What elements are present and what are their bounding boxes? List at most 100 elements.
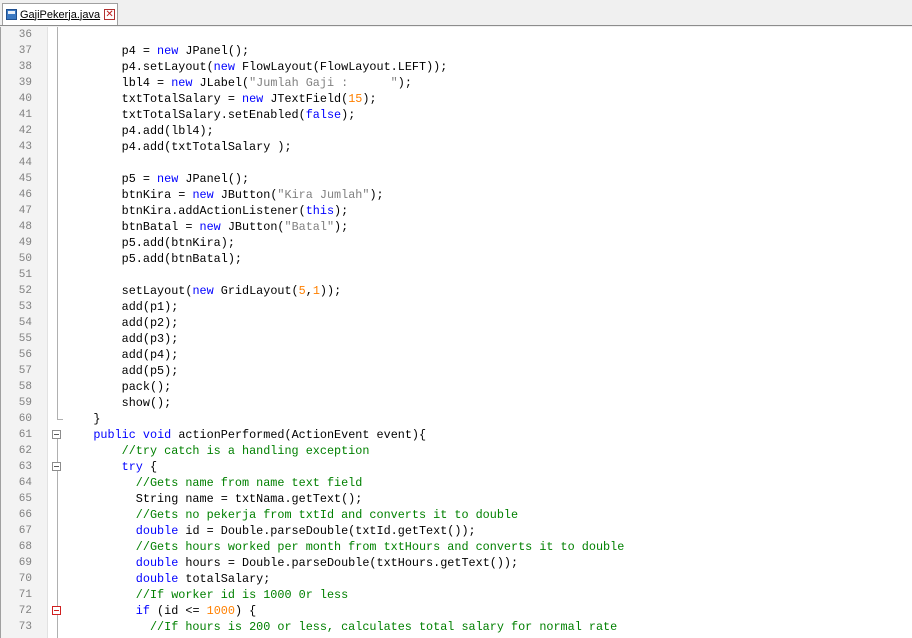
code-text: //If hours is 200 or less, calculates to… — [65, 619, 617, 635]
code-token: void — [142, 428, 172, 442]
code-line[interactable]: 70 double totalSalary; — [0, 571, 912, 587]
code-line[interactable]: 54 add(p2); — [0, 315, 912, 331]
code-line[interactable]: 63 try { — [0, 459, 912, 475]
line-number: 41 — [18, 109, 32, 121]
code-line[interactable]: 47 btnKira.addActionListener(this); — [0, 203, 912, 219]
code-token: ); — [334, 220, 349, 234]
close-icon[interactable]: ✕ — [104, 9, 116, 20]
code-token: JLabel( — [192, 76, 250, 90]
code-line[interactable]: 44 — [0, 155, 912, 171]
code-token: 15 — [348, 92, 363, 106]
code-line[interactable]: 72 if (id <= 1000) { — [0, 603, 912, 619]
code-line[interactable]: 43 p4.add(txtTotalSalary ); — [0, 139, 912, 155]
line-number: 56 — [18, 349, 32, 361]
code-text: } — [65, 411, 100, 427]
code-line[interactable]: 42 p4.add(lbl4); — [0, 123, 912, 139]
line-number: 48 — [18, 221, 32, 233]
code-line[interactable]: 51 — [0, 267, 912, 283]
code-line[interactable]: 38 p4.setLayout(new FlowLayout(FlowLayou… — [0, 59, 912, 75]
fold-collapse-icon[interactable] — [52, 430, 61, 439]
line-number: 71 — [18, 589, 32, 601]
code-token: new — [157, 172, 179, 186]
code-line[interactable]: 41 txtTotalSalary.setEnabled(false); — [0, 107, 912, 123]
code-token: p4.add(lbl4); — [65, 124, 214, 138]
code-line[interactable]: 36 — [0, 27, 912, 43]
tab-gajipekerja[interactable]: GajiPekerja.java ✕ — [2, 3, 118, 25]
code-line[interactable]: 60 } — [0, 411, 912, 427]
tab-bar: GajiPekerja.java ✕ — [0, 0, 912, 26]
code-line[interactable]: 48 btnBatal = new JButton("Batal"); — [0, 219, 912, 235]
line-number: 58 — [18, 381, 32, 393]
line-number: 40 — [18, 93, 32, 105]
code-token: add(p4); — [65, 348, 179, 362]
code-line[interactable]: 59 show(); — [0, 395, 912, 411]
code-line[interactable]: 58 pack(); — [0, 379, 912, 395]
code-text: //Gets hours worked per month from txtHo… — [65, 539, 624, 555]
line-number: 37 — [18, 45, 32, 57]
code-line[interactable]: 65 String name = txtNama.getText(); — [0, 491, 912, 507]
code-token: "Jumlah Gaji : " — [249, 76, 398, 90]
code-line[interactable]: 66 //Gets no pekerja from txtId and conv… — [0, 507, 912, 523]
code-line[interactable]: 50 p5.add(btnBatal); — [0, 251, 912, 267]
code-token: , — [305, 284, 313, 298]
code-token: setLayout( — [65, 284, 193, 298]
fold-guide — [57, 27, 58, 419]
code-line[interactable]: 62 //try catch is a handling exception — [0, 443, 912, 459]
code-line[interactable]: 46 btnKira = new JButton("Kira Jumlah"); — [0, 187, 912, 203]
fold-collapse-icon[interactable] — [52, 606, 61, 615]
code-token: try — [121, 460, 143, 474]
fold-collapse-icon[interactable] — [52, 462, 61, 471]
code-line[interactable]: 68 //Gets hours worked per month from tx… — [0, 539, 912, 555]
code-line[interactable]: 40 txtTotalSalary = new JTextField(15); — [0, 91, 912, 107]
code-line[interactable]: 52 setLayout(new GridLayout(5,1)); — [0, 283, 912, 299]
line-number: 68 — [18, 541, 32, 553]
code-line[interactable]: 55 add(p3); — [0, 331, 912, 347]
code-token: //Gets no pekerja from txtId and convert… — [135, 508, 519, 522]
code-text: btnBatal = new JButton("Batal"); — [65, 219, 349, 235]
code-token: new — [213, 60, 235, 74]
code-text: p5 = new JPanel(); — [65, 171, 249, 187]
code-token: 1000 — [206, 604, 235, 618]
code-token: new — [157, 44, 179, 58]
line-number: 61 — [18, 429, 32, 441]
code-line[interactable]: 69 double hours = Double.parseDouble(txt… — [0, 555, 912, 571]
code-token: ); — [341, 108, 356, 122]
code-line[interactable]: 39 lbl4 = new JLabel("Jumlah Gaji : "); — [0, 75, 912, 91]
code-token: p5 = — [65, 172, 158, 186]
code-token: GridLayout( — [213, 284, 299, 298]
code-line[interactable]: 56 add(p4); — [0, 347, 912, 363]
code-line[interactable]: 73 //If hours is 200 or less, calculates… — [0, 619, 912, 635]
code-line[interactable]: 71 //If worker id is 1000 0r less — [0, 587, 912, 603]
code-text: p4 = new JPanel(); — [65, 43, 249, 59]
code-text: txtTotalSalary.setEnabled(false); — [65, 107, 356, 123]
code-line[interactable]: 57 add(p5); — [0, 363, 912, 379]
code-line[interactable]: 61 public void actionPerformed(ActionEve… — [0, 427, 912, 443]
code-line[interactable]: 49 p5.add(btnKira); — [0, 235, 912, 251]
code-token: { — [142, 460, 158, 474]
code-token: //If worker id is 1000 0r less — [135, 588, 349, 602]
line-number: 43 — [18, 141, 32, 153]
code-line[interactable]: 67 double id = Double.parseDouble(txtId.… — [0, 523, 912, 539]
code-token: //try catch is a handling exception — [121, 444, 370, 458]
code-line[interactable]: 37 p4 = new JPanel(); — [0, 43, 912, 59]
code-editor[interactable]: 36 37 p4 = new JPanel(); 38 p4.setLayout(n… — [0, 27, 912, 638]
code-line[interactable]: 53 add(p1); — [0, 299, 912, 315]
code-token: false — [305, 108, 342, 122]
fold-end-marker — [57, 419, 63, 420]
code-token: String name = txtNama.getText(); — [65, 492, 363, 506]
code-token: hours = Double.parseDouble(txtHours.getT… — [178, 556, 519, 570]
code-token: JButton( — [213, 188, 278, 202]
code-token: txtTotalSalary = — [65, 92, 242, 106]
code-token: )); — [319, 284, 342, 298]
code-token: totalSalary; — [178, 572, 271, 586]
code-token: pack(); — [65, 380, 172, 394]
code-token: new — [199, 220, 221, 234]
code-line[interactable]: 64 //Gets name from name text field — [0, 475, 912, 491]
code-line[interactable]: 45 p5 = new JPanel(); — [0, 171, 912, 187]
